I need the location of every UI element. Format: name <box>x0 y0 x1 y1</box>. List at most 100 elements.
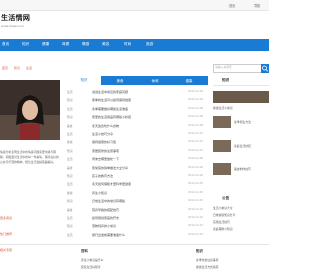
row-date: 2019-12-04 <box>188 207 204 211</box>
small-caption-2[interactable]: 家庭生活妙招 <box>234 144 251 148</box>
top-link-home[interactable]: 首页 <box>229 3 235 8</box>
row-category[interactable]: 生活 <box>67 132 73 136</box>
search-icon <box>262 65 269 72</box>
nav-item-fashion[interactable]: 时尚 <box>124 42 131 47</box>
small-caption-1[interactable]: 冬季养生方法 <box>234 120 251 124</box>
row-category[interactable]: 美食 <box>67 166 73 170</box>
row-category[interactable]: 生活 <box>67 216 73 220</box>
row-category[interactable]: 知识 <box>67 115 73 119</box>
row-title[interactable]: 保持健康的好习惯 <box>92 140 116 144</box>
right-thumb-image[interactable] <box>213 91 269 103</box>
row-category[interactable]: 知识 <box>67 149 73 153</box>
row-title[interactable]: 家里的生活用品有哪些小妙招 <box>92 115 131 119</box>
breadcrumb-knowledge[interactable]: 知识 <box>14 66 20 70</box>
top-link-nav[interactable]: 导航 <box>254 3 260 8</box>
row-title[interactable]: 夏季的生活可以如何保持健康 <box>92 98 131 102</box>
row-category[interactable]: 生活 <box>67 182 73 186</box>
notice-line-3[interactable]: 实用生活技巧 <box>213 220 230 224</box>
row-date: 2019-12-08 <box>188 115 204 119</box>
bottom-left-line-2[interactable]: 居家生活好帮手 <box>81 265 101 269</box>
notice-title: 公告 <box>222 196 230 200</box>
row-date: 2019-12-08 <box>188 123 204 127</box>
row-title[interactable]: 家居装修的注意事项 <box>92 149 119 153</box>
row-category[interactable]: 知识 <box>67 224 73 228</box>
row-category[interactable]: 美食 <box>67 124 73 128</box>
row-category[interactable]: 知识 <box>67 174 73 178</box>
right-section-title: 知识 <box>222 78 230 82</box>
row-title[interactable]: 旅行出发前需要准备什么 <box>92 233 125 237</box>
bottom-right-line-2[interactable]: 健康生活方式指南 <box>196 265 218 269</box>
row-date: 2019-12-03 <box>188 224 204 228</box>
breadcrumb-life[interactable]: 生活 <box>26 66 32 70</box>
row-date: 2019-12-06 <box>188 157 204 161</box>
row-date: 2019-12-08 <box>188 106 204 110</box>
small-thumb-2[interactable] <box>213 140 231 152</box>
row-title[interactable]: 日常生活中的常识有哪些 <box>92 199 125 203</box>
row-title[interactable]: 冬天适合吃什么食物 <box>92 124 119 128</box>
row-title[interactable]: 周末去哪里放松一下 <box>92 157 119 161</box>
row-date: 2019-12-05 <box>188 199 204 203</box>
row-title[interactable]: 说说生活中常见的家庭问题 <box>92 90 128 94</box>
notice-line-2[interactable]: 日常健康知识分享 <box>213 213 235 217</box>
row-title[interactable]: 孩子的教育方法 <box>92 174 113 178</box>
row-category[interactable]: 健康 <box>67 140 73 144</box>
row-date: 2019-12-09 <box>188 90 204 93</box>
tab-leisure[interactable]: 休闲 <box>138 78 172 83</box>
row-date: 2019-12-05 <box>188 182 204 186</box>
nav-item-home[interactable]: 首页 <box>2 42 9 47</box>
row-category[interactable]: 知识 <box>67 98 73 102</box>
row-title[interactable]: 生活小技巧分享 <box>92 132 113 136</box>
main-nav <box>0 39 269 51</box>
left-link-2[interactable]: 热门推荐 <box>0 232 12 236</box>
nav-item-health[interactable]: 健康 <box>42 42 49 47</box>
bottom-left-line-1[interactable]: 养生小常识是什么 <box>81 258 103 262</box>
row-category[interactable]: 生活 <box>67 233 73 237</box>
small-thumb-3[interactable] <box>213 163 231 175</box>
left-link-1[interactable]: 更多阅读 <box>0 216 12 220</box>
tab-knowledge[interactable]: 知识 <box>67 76 101 85</box>
nav-item-baby[interactable]: 母婴 <box>62 42 69 47</box>
hero-image[interactable] <box>0 80 60 140</box>
small-thumb-1[interactable] <box>213 116 231 128</box>
row-title[interactable]: 宠物饲养的小常识 <box>92 224 116 228</box>
right-divider <box>213 85 269 86</box>
row-date: 2019-12-07 <box>188 140 204 144</box>
row-title[interactable]: 冬季需要做好哪些生活准备 <box>92 107 128 111</box>
row-date: 2019-12-03 <box>188 232 204 236</box>
intro-paragraph: 情感分析表明生活中的情感问题需要沟通与理解，积极面对生活中的每一件事情，保持良好… <box>0 150 59 164</box>
tab-health[interactable]: 健康 <box>172 78 206 83</box>
row-category[interactable]: 健康 <box>67 191 73 195</box>
search-button[interactable] <box>261 64 269 73</box>
row-category[interactable]: 美食 <box>67 208 73 212</box>
search-input[interactable]: 请输入关键字 <box>215 65 232 69</box>
row-date: 2019-12-07 <box>188 148 204 152</box>
row-title[interactable]: 冬天如何保暖才更科学更健康 <box>92 182 131 186</box>
row-category[interactable]: 生活 <box>67 107 73 111</box>
small-caption-3[interactable]: 美食制作技巧 <box>234 167 251 171</box>
bottom-divider <box>0 244 269 245</box>
row-title[interactable]: 养生小知识 <box>92 191 107 195</box>
right-thumb-caption[interactable]: 健康生活小常识 <box>213 106 233 110</box>
row-category[interactable]: 生活 <box>67 157 73 161</box>
row-category[interactable]: 生活 <box>67 90 73 94</box>
left-link-3[interactable]: 相关专题 <box>0 248 12 252</box>
tab-food[interactable]: 美食 <box>103 78 137 83</box>
nav-item-travel[interactable]: 旅游 <box>146 42 153 47</box>
row-date: 2019-12-09 <box>188 98 204 102</box>
breadcrumb-home[interactable]: 首页 <box>2 66 8 70</box>
row-category[interactable]: 知识 <box>67 199 73 203</box>
row-title[interactable]: 如何规划家庭的开支 <box>92 216 119 220</box>
notice-line-4[interactable]: 家庭理财小知识 <box>213 227 233 231</box>
nav-item-beauty[interactable]: 美容 <box>102 42 109 47</box>
row-date: 2019-12-07 <box>188 132 204 135</box>
notice-line-1[interactable]: 生活小常识大全 <box>213 206 233 210</box>
bottom-left-title: 百科 <box>81 249 88 253</box>
bottom-right-line-1[interactable]: 冬季饮食注意事项 <box>196 258 218 262</box>
site-title[interactable]: 生活情网 <box>1 13 30 23</box>
nav-item-emotion[interactable]: 情感 <box>82 42 89 47</box>
nav-item-knowledge[interactable]: 知识 <box>22 42 29 47</box>
row-title[interactable]: 营养早餐的搭配技巧 <box>92 208 119 212</box>
row-date: 2019-12-04 <box>188 216 204 219</box>
row-date: 2019-12-05 <box>188 190 204 194</box>
row-title[interactable]: 家常菜的简单做法大全分享 <box>92 166 128 170</box>
